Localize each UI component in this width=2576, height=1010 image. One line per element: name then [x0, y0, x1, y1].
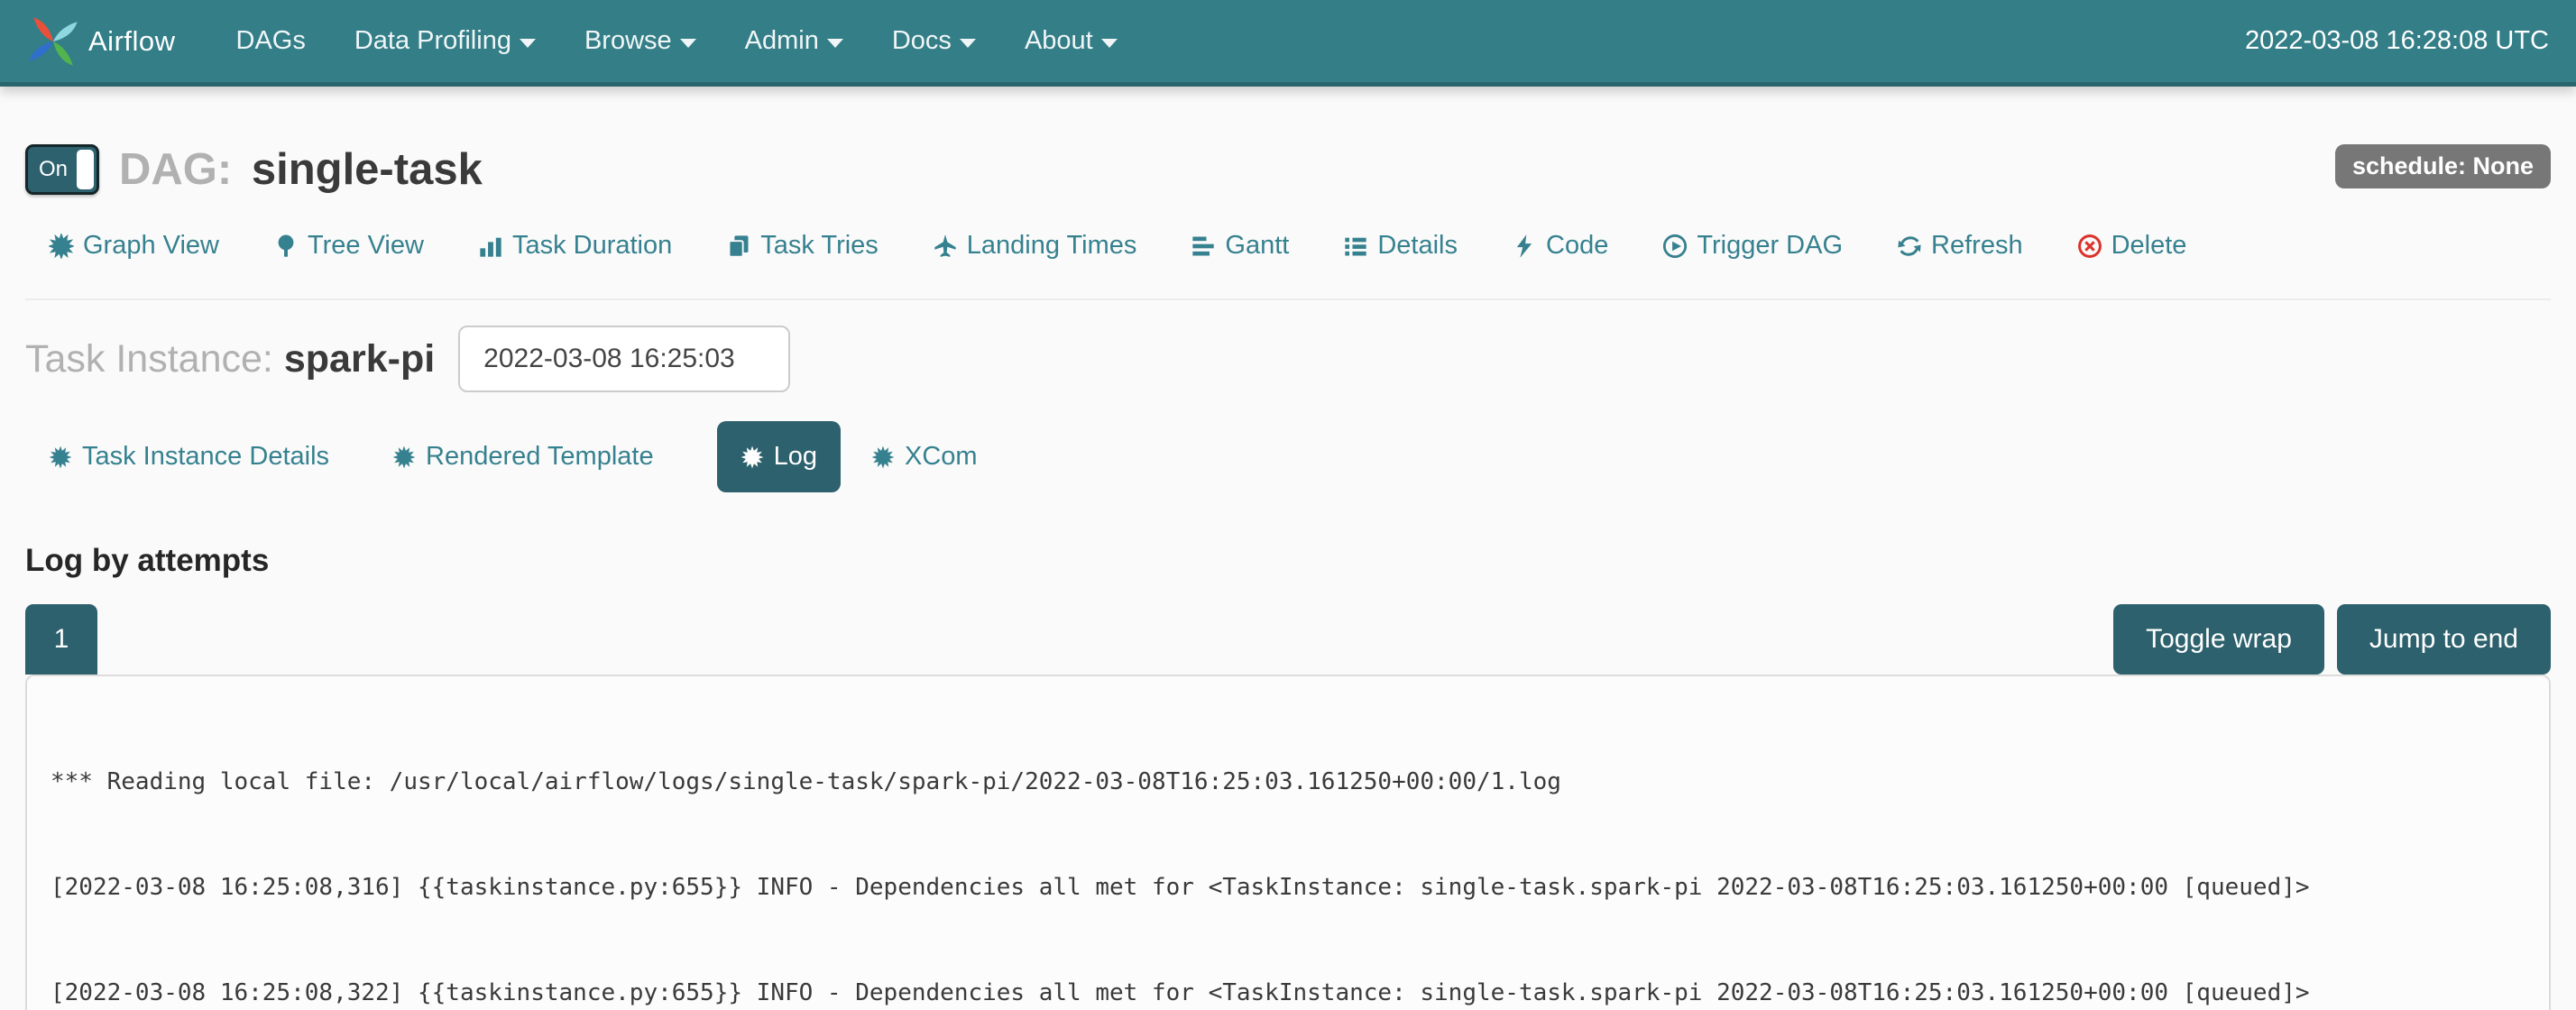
attempt-1-tab[interactable]: 1 [25, 604, 97, 675]
delete-icon [2077, 234, 2102, 259]
brand-label: Airflow [88, 25, 176, 58]
link-details[interactable]: Details [1343, 231, 1458, 261]
tab-label: XCom [905, 442, 978, 472]
nav-item-label: Admin [745, 26, 819, 56]
link-label: Gantt [1225, 231, 1289, 261]
link-task-tries[interactable]: Task Tries [726, 231, 879, 261]
caret-down-icon [827, 39, 843, 48]
tab-label: Log [774, 442, 817, 472]
log-line: [2022-03-08 16:25:08,322] {{taskinstance… [51, 976, 2540, 1010]
link-label: Trigger DAG [1697, 231, 1843, 261]
tab-log[interactable]: Log [717, 421, 841, 492]
dag-pause-toggle[interactable]: On [25, 144, 99, 195]
nav-item-label: About [1025, 26, 1093, 56]
log-actions: Toggle wrap Jump to end [2113, 604, 2551, 675]
link-tree-view[interactable]: Tree View [273, 231, 424, 261]
refresh-icon [1897, 234, 1922, 259]
link-label: Details [1377, 231, 1458, 261]
nav-item-label: Browse [584, 26, 672, 56]
link-gantt[interactable]: Gantt [1191, 231, 1289, 261]
tab-label: Task Instance Details [82, 442, 329, 472]
nav-item-data-profiling[interactable]: Data Profiling [330, 0, 560, 85]
attempt-row: 1 Toggle wrap Jump to end [25, 604, 2551, 675]
link-label: Refresh [1931, 231, 2023, 261]
nav-item-docs[interactable]: Docs [868, 0, 1000, 85]
dag-name: single-task [252, 145, 483, 194]
caret-down-icon [520, 39, 536, 48]
task-duration-icon [478, 234, 503, 259]
tab-xcom[interactable]: XCom [871, 442, 978, 472]
link-trigger-dag[interactable]: Trigger DAG [1662, 231, 1843, 261]
page-content: On DAG: single-task schedule: None Graph… [0, 144, 2576, 1010]
caret-down-icon [680, 39, 696, 48]
task-instance-tabs: Task Instance Details Rendered Template … [25, 421, 2551, 492]
toggle-handle [77, 150, 94, 189]
link-label: Code [1546, 231, 1608, 261]
link-graph-view[interactable]: Graph View [49, 231, 219, 261]
link-label: Tree View [308, 231, 424, 261]
log-output[interactable]: *** Reading local file: /usr/local/airfl… [25, 675, 2551, 1010]
caret-down-icon [960, 39, 976, 48]
link-landing-times[interactable]: Landing Times [933, 231, 1137, 261]
link-label: Graph View [83, 231, 219, 261]
navbar-menu: DAGs Data Profiling Browse Admin Docs Ab… [212, 0, 1142, 85]
task-instance-row: Task Instance: spark-pi [25, 326, 2551, 392]
dag-view-links: Graph View Tree View Task Duration Task … [25, 231, 2551, 261]
tab-rendered-template[interactable]: Rendered Template [392, 442, 654, 472]
link-delete[interactable]: Delete [2077, 231, 2187, 261]
task-name: spark-pi [284, 337, 435, 381]
nav-item-browse[interactable]: Browse [560, 0, 721, 85]
graph-view-icon [49, 234, 74, 259]
link-label: Task Duration [512, 231, 672, 261]
dag-title-prefix: DAG: [119, 145, 232, 194]
trigger-dag-icon [1662, 234, 1688, 259]
toggle-wrap-button[interactable]: Toggle wrap [2113, 604, 2324, 675]
link-label: Delete [2111, 231, 2187, 261]
nav-item-admin[interactable]: Admin [721, 0, 868, 85]
toggle-state-label: On [39, 157, 68, 182]
top-navbar: Airflow DAGs Data Profiling Browse Admin… [0, 0, 2576, 87]
tab-label: Rendered Template [426, 442, 654, 472]
airflow-logo-icon [27, 15, 79, 68]
burst-icon [392, 445, 416, 469]
code-icon [1512, 234, 1537, 259]
gantt-icon [1191, 234, 1216, 259]
dag-header: On DAG: single-task schedule: None [25, 144, 2551, 195]
link-label: Landing Times [967, 231, 1137, 261]
nav-item-label: Docs [892, 26, 952, 56]
nav-item-about[interactable]: About [1000, 0, 1142, 85]
tree-view-icon [273, 234, 299, 259]
tab-task-instance-details[interactable]: Task Instance Details [49, 442, 329, 472]
nav-item-dags[interactable]: DAGs [212, 0, 330, 85]
burst-icon [871, 445, 895, 469]
details-icon [1343, 234, 1368, 259]
log-by-attempts-heading: Log by attempts [25, 543, 2551, 579]
burst-icon [741, 445, 764, 469]
link-task-duration[interactable]: Task Duration [478, 231, 672, 261]
execution-date-input[interactable] [458, 326, 790, 392]
burst-icon [49, 445, 72, 469]
link-code[interactable]: Code [1512, 231, 1608, 261]
link-label: Task Tries [760, 231, 879, 261]
nav-item-label: DAGs [236, 26, 306, 56]
page-title: DAG: single-task [119, 144, 483, 195]
log-line: [2022-03-08 16:25:08,316] {{taskinstance… [51, 870, 2540, 905]
caret-down-icon [1101, 39, 1118, 48]
landing-times-icon [933, 234, 958, 259]
task-tries-icon [726, 234, 751, 259]
log-line: *** Reading local file: /usr/local/airfl… [51, 765, 2540, 800]
link-refresh[interactable]: Refresh [1897, 231, 2023, 261]
jump-to-end-button[interactable]: Jump to end [2337, 604, 2551, 675]
task-instance-label: Task Instance: [25, 337, 273, 381]
utc-clock: 2022-03-08 16:28:08 UTC [2245, 26, 2549, 56]
divider [25, 298, 2551, 300]
schedule-badge: schedule: None [2335, 144, 2551, 188]
nav-item-label: Data Profiling [354, 26, 511, 56]
airflow-brand[interactable]: Airflow [27, 15, 176, 68]
